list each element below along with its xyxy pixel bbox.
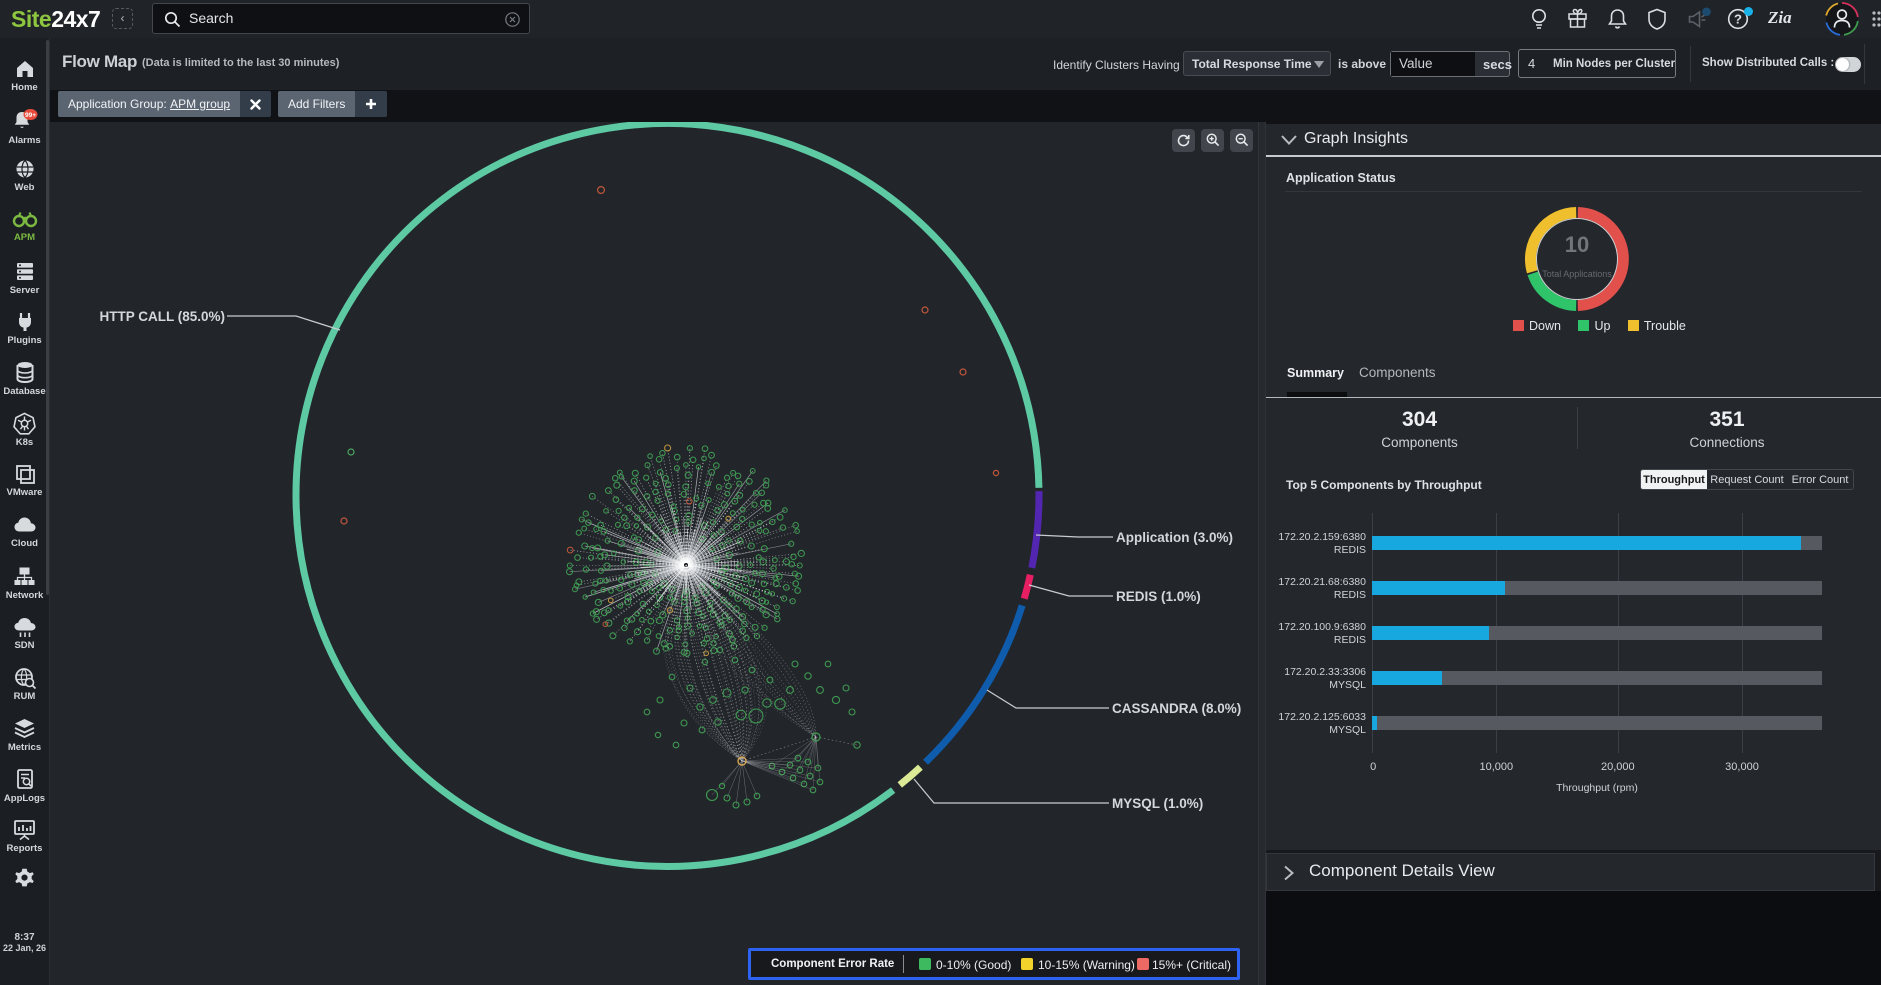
svg-text:MYSQL (1.0%): MYSQL (1.0%) [1112,796,1203,811]
svg-text:?: ? [1734,12,1742,27]
svg-text:HTTP CALL (85.0%): HTTP CALL (85.0%) [99,309,225,324]
svg-text:CASSANDRA (8.0%): CASSANDRA (8.0%) [1112,701,1241,716]
svg-text:Application (3.0%): Application (3.0%) [1116,530,1233,545]
svg-text:REDIS (1.0%): REDIS (1.0%) [1116,589,1201,604]
svg-text:99+: 99+ [24,112,35,119]
